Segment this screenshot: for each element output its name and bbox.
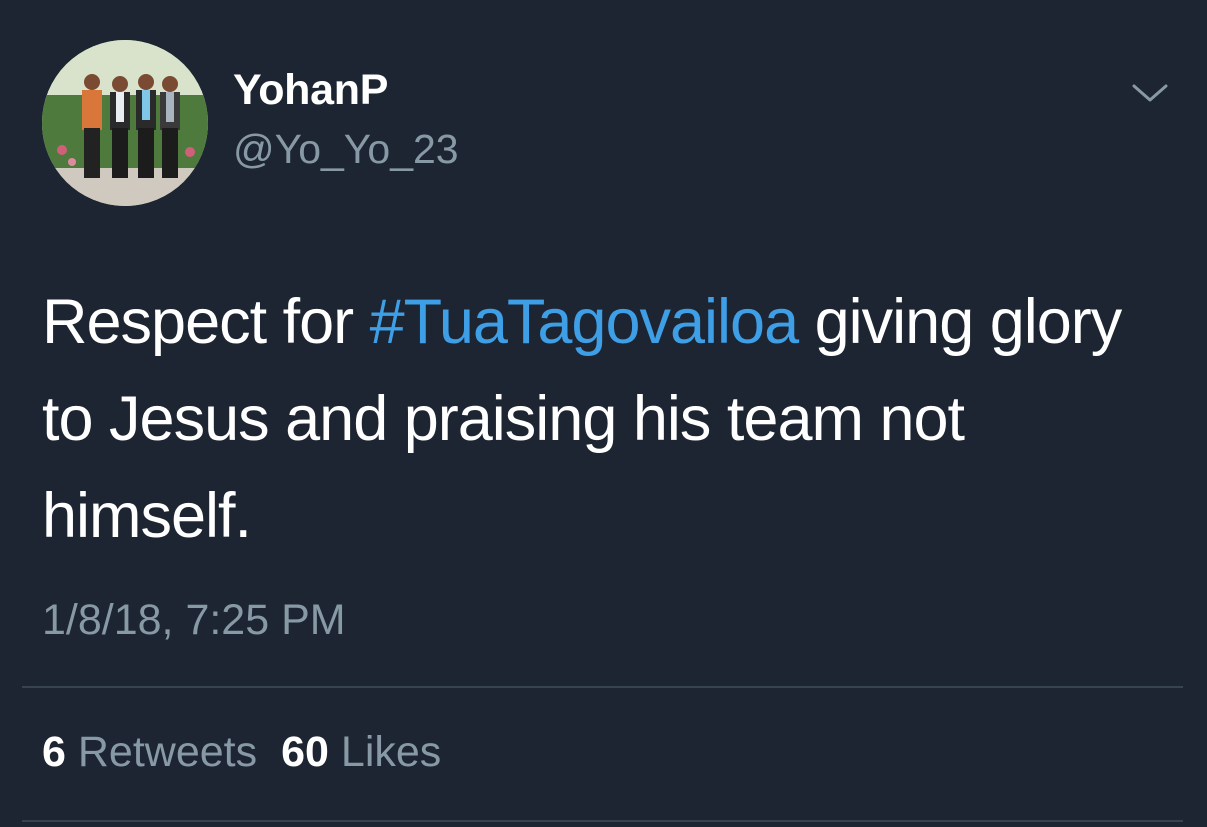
tweet-timestamp: 1/8/18, 7:25 PM	[42, 596, 346, 644]
tweet-text-before: Respect for	[42, 287, 370, 357]
tweet-stats: 6 Retweets 60 Likes	[42, 728, 441, 777]
chevron-down-icon	[1132, 84, 1168, 102]
hashtag-link[interactable]: #TuaTagovailoa	[370, 287, 799, 357]
display-name[interactable]: YohanP	[233, 66, 388, 115]
avatar[interactable]	[42, 40, 208, 206]
likes-stat[interactable]: 60 Likes	[281, 728, 441, 777]
retweets-stat[interactable]: 6 Retweets	[42, 728, 257, 777]
divider	[22, 820, 1183, 822]
likes-label: Likes	[340, 728, 442, 776]
retweets-label: Retweets	[77, 728, 258, 776]
avatar-photo	[42, 40, 208, 206]
likes-count: 60	[281, 728, 329, 776]
user-handle[interactable]: @Yo_Yo_23	[233, 126, 459, 173]
tweet-menu-button[interactable]	[1128, 76, 1172, 110]
divider	[22, 686, 1183, 688]
retweets-count: 6	[42, 728, 66, 776]
tweet-card: YohanP @Yo_Yo_23 Respect for #TuaTagovai…	[0, 0, 1207, 827]
tweet-text: Respect for #TuaTagovailoa giving glory …	[42, 274, 1162, 565]
